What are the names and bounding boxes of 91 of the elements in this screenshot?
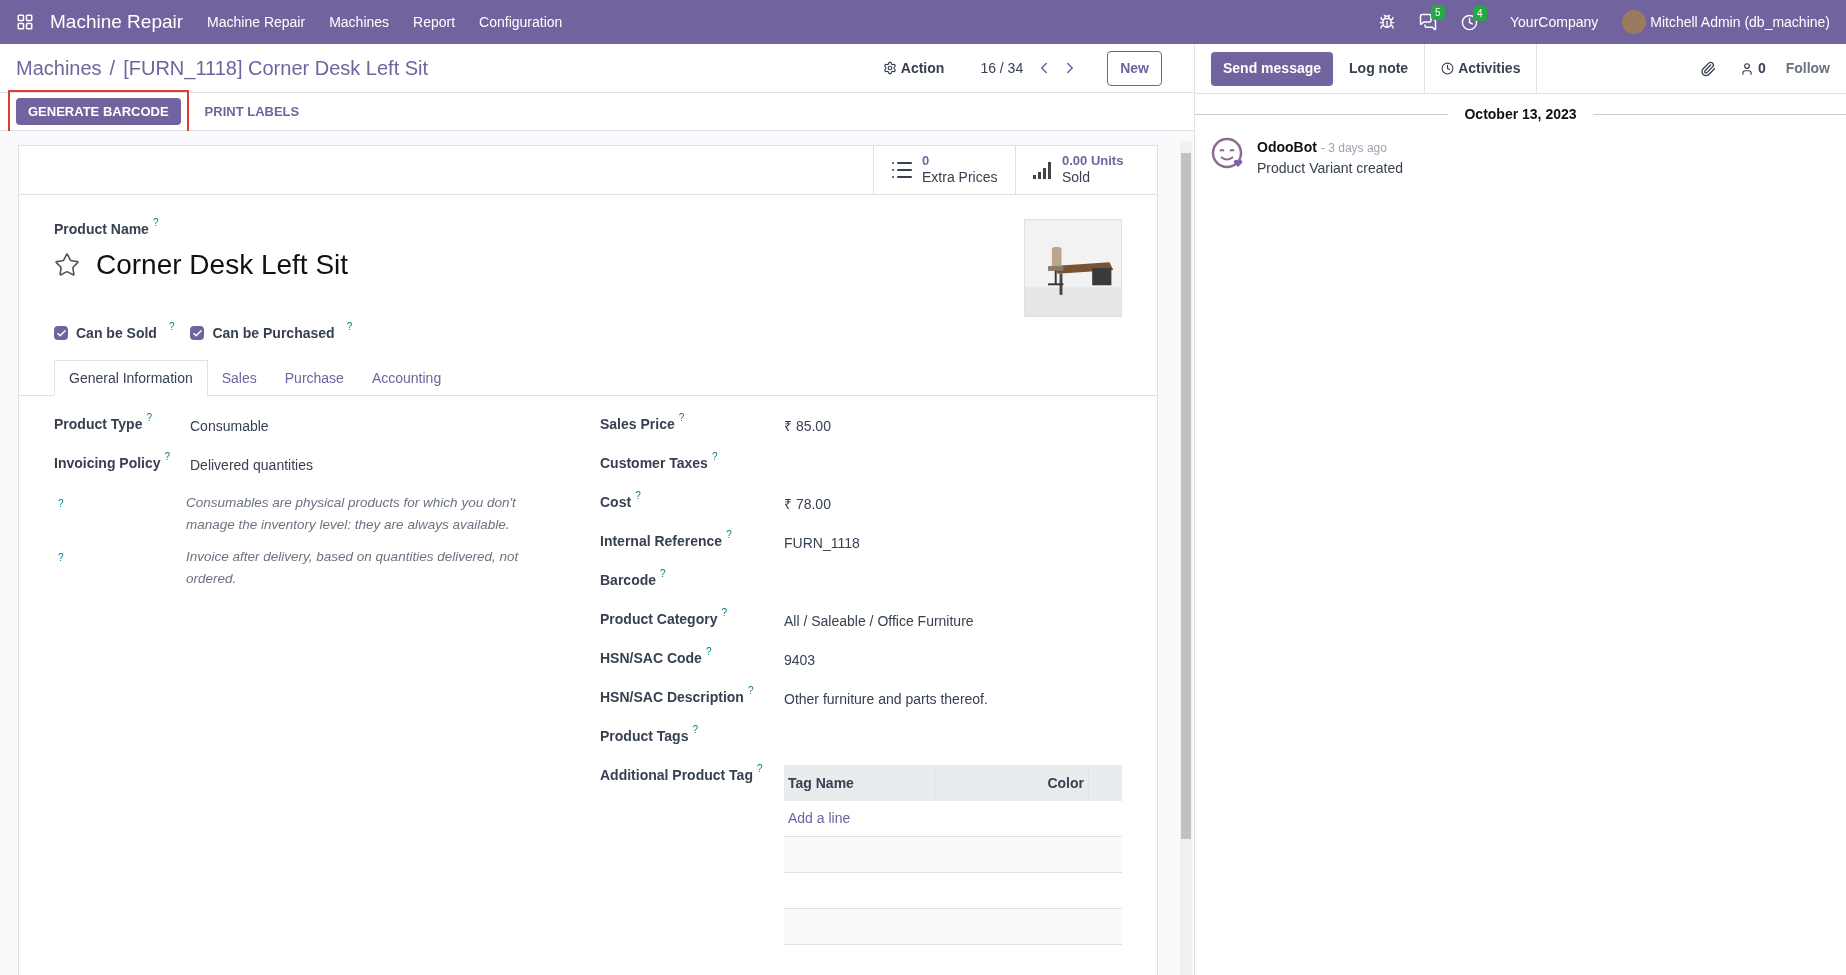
gear-icon (882, 61, 897, 75)
scrollbar[interactable] (1180, 141, 1192, 975)
follow-button[interactable]: Follow (1785, 58, 1830, 79)
help-mark[interactable]: ? (711, 451, 718, 463)
field-label: Product Name (54, 220, 149, 239)
help-mark[interactable]: ? (721, 607, 728, 619)
help-mark[interactable]: ? (346, 321, 353, 333)
field-value: All / Saleable / Office Furniture (784, 612, 974, 631)
help-mark[interactable]: ? (692, 724, 698, 736)
add-line-link[interactable]: Add a line (788, 808, 851, 829)
breadcrumb-link[interactable]: Machines (16, 53, 102, 83)
field-value: ₹ 78.00 (784, 495, 831, 514)
person-icon (1739, 61, 1754, 76)
message-author[interactable]: OdooBot (1257, 137, 1317, 158)
field-value: Other furniture and parts thereof. (784, 690, 988, 709)
field-label: Product Type (54, 415, 143, 434)
help-note: Consumables are physical products for which you don't manage the inventory level: they are always available. (186, 494, 517, 534)
form-tab[interactable]: Accounting (357, 360, 456, 396)
help-mark[interactable]: ? (168, 321, 175, 333)
user-name[interactable]: Mitchell Admin (db_machine) (1650, 11, 1830, 33)
checkbox-label[interactable]: Can be Sold (76, 323, 157, 344)
message-time: - 3 days ago (1320, 140, 1387, 157)
field-label: HSN/SAC Description (600, 688, 744, 707)
field-label: Internal Reference (600, 532, 723, 551)
field-value: Consumable (190, 417, 269, 436)
checkbox[interactable] (54, 326, 68, 340)
help-mark[interactable]: ? (58, 552, 64, 564)
help-mark[interactable]: ? (146, 412, 152, 424)
help-mark[interactable]: ? (756, 763, 763, 775)
help-mark[interactable]: ? (660, 568, 666, 580)
record-title: [FURN_1118] Corner Desk Left Sit (123, 56, 429, 82)
form-tab[interactable]: Sales (207, 360, 271, 396)
counter-badge: 5 (1431, 5, 1445, 20)
print-labels-button[interactable]: PRINT LABELS (192, 97, 312, 126)
activities-button[interactable]: Activities (1424, 43, 1538, 94)
send-message-button[interactable]: Send message (1211, 51, 1334, 86)
field-label: Barcode (600, 571, 657, 590)
app-name[interactable]: Machine Repair (50, 7, 184, 37)
product-name: Corner Desk Left Sit (96, 248, 349, 282)
action-menu-button[interactable]: Action (882, 57, 945, 79)
field-label: Cost (600, 493, 632, 512)
column-header[interactable]: Tag Name (784, 772, 934, 794)
menu-item[interactable]: Report (413, 11, 456, 33)
apps-menu-icon[interactable] (16, 13, 34, 31)
followers-button[interactable]: 0 (1739, 58, 1766, 79)
field-label: Sales Price (600, 415, 675, 434)
clock-icon (1441, 62, 1455, 75)
help-mark[interactable]: ? (726, 529, 732, 541)
pager-value[interactable]: 16 / 34 (980, 57, 1024, 79)
help-mark[interactable]: ? (705, 646, 712, 658)
field-label: HSN/SAC Code (600, 649, 702, 668)
new-button[interactable]: New (1107, 50, 1162, 86)
date-separator: October 13, 2023 (1463, 105, 1578, 124)
menu-item[interactable]: Machines (329, 11, 390, 33)
generate-barcode-button[interactable]: GENERATE BARCODE (16, 97, 181, 126)
counter-badge: 4 (1473, 5, 1487, 21)
message-body: Product Variant created (1257, 159, 1404, 178)
field-label: Invoicing Policy (54, 454, 161, 473)
stat-button[interactable]: 0.00 Units Sold (1015, 146, 1157, 194)
menu-item[interactable]: Configuration (479, 11, 563, 33)
stat-button[interactable]: 0 Extra Prices (873, 146, 1015, 194)
checkbox-label[interactable]: Can be Purchased (212, 323, 335, 344)
field-label: Product Category (600, 610, 718, 629)
attachment-icon[interactable] (1699, 60, 1716, 77)
help-mark[interactable]: ? (678, 412, 685, 424)
help-mark[interactable]: ? (58, 498, 64, 510)
field-value: ₹ 85.00 (784, 417, 831, 436)
column-header[interactable]: Color (934, 765, 1088, 801)
company-name[interactable]: YourCompany (1510, 11, 1599, 33)
help-mark[interactable]: ? (635, 490, 641, 502)
favorite-star-icon[interactable] (54, 252, 80, 278)
field-label: Additional Product Tag (600, 766, 753, 785)
signal-bars-icon (1032, 160, 1054, 180)
help-mark[interactable]: ? (747, 685, 754, 697)
field-label: Customer Taxes (600, 454, 708, 473)
field-value: Delivered quantities (190, 456, 313, 475)
form-tab[interactable]: Purchase (270, 360, 358, 396)
help-mark[interactable]: ? (152, 217, 159, 229)
bot-avatar-icon (1211, 137, 1245, 171)
breadcrumb-separator: / (109, 56, 116, 81)
menu-item[interactable]: Machine Repair (207, 11, 306, 33)
field-value: 9403 (784, 651, 816, 670)
log-note-button[interactable]: Log note (1333, 43, 1425, 94)
form-tab[interactable]: General Information (54, 360, 208, 396)
field-label: Product Tags (600, 727, 689, 746)
help-note: Invoice after delivery, based on quantities delivered, not ordered. (186, 548, 520, 588)
bug-icon[interactable] (1379, 14, 1396, 30)
activity-clock-icon[interactable] (1461, 13, 1479, 31)
checkbox[interactable] (190, 326, 205, 340)
help-mark[interactable]: ? (164, 451, 171, 463)
field-value: FURN_1118 (784, 534, 860, 553)
